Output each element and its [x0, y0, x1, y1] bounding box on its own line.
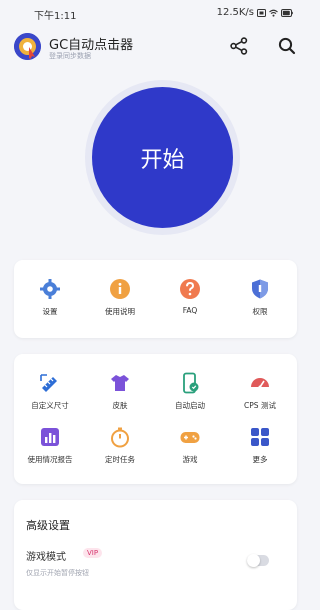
app-logo-icon: [14, 33, 41, 60]
phone-icon: [183, 372, 199, 394]
menu-item-label: 设置: [42, 307, 58, 316]
tool-item-custom-size[interactable]: 自定义尺寸: [15, 372, 85, 411]
tool-item-label: CPS 测试: [244, 401, 276, 410]
shirt-icon: [111, 375, 129, 391]
tool-item-label: 使用情况报告: [27, 455, 73, 464]
menu-item-faq[interactable]: FAQ: [155, 278, 225, 315]
menu-item-label: 使用说明: [105, 307, 135, 316]
app-header: GC自动点击器 登录同步数据: [0, 30, 311, 70]
wifi-icon: [269, 9, 278, 17]
start-button[interactable]: 开始: [92, 87, 233, 228]
network-speed: 12.5K/s: [216, 7, 254, 18]
status-indicators: 12.5K/s: [217, 7, 293, 18]
tool-item-label: 自定义尺寸: [31, 401, 69, 410]
vip-badge: VIP: [83, 548, 103, 558]
tool-item-label: 定时任务: [105, 455, 135, 464]
status-bar: 下午1:11 12.5K/s: [0, 0, 311, 26]
gamepad-icon: [180, 432, 200, 443]
menu-item-instructions[interactable]: 使用说明: [85, 278, 155, 317]
search-icon[interactable]: [277, 36, 297, 56]
tool-item-cps-test[interactable]: CPS 测试: [225, 372, 295, 411]
menu-item-label: FAQ: [182, 306, 198, 315]
gear-icon: [40, 279, 60, 299]
shield-icon: [252, 279, 268, 299]
share-icon[interactable]: [229, 36, 249, 56]
tool-item-auto-start[interactable]: 自动启动: [155, 372, 225, 411]
game-mode-toggle[interactable]: [247, 554, 269, 567]
game-mode-label: 游戏模式: [26, 552, 66, 563]
menu-item-permissions[interactable]: 权限: [225, 278, 295, 317]
grid-icon: [251, 428, 269, 446]
battery-icon: [281, 8, 293, 17]
tool-item-label: 皮肤: [112, 401, 128, 410]
tools-card: 自定义尺寸 皮肤 自动启动 CPS 测试 使用情况报告 定时任务 游戏 更多: [14, 354, 297, 484]
ruler-icon: [40, 374, 57, 392]
sim-icon: [257, 8, 266, 17]
tool-item-usage-report[interactable]: 使用情况报告: [15, 426, 85, 465]
tool-item-game[interactable]: 游戏: [155, 426, 225, 465]
tool-item-label: 更多: [252, 455, 268, 464]
menu-item-settings[interactable]: 设置: [15, 278, 85, 317]
status-time: 下午1:11: [34, 11, 77, 22]
tool-item-timed-task[interactable]: 定时任务: [85, 426, 155, 465]
tool-item-label: 游戏: [182, 455, 198, 464]
tool-item-skin[interactable]: 皮肤: [85, 372, 155, 411]
login-sync-link[interactable]: 登录同步数据: [49, 51, 91, 61]
menu-item-label: 权限: [252, 307, 268, 316]
advanced-settings-card: 高级设置 游戏模式 VIP 仅显示开始暂停按钮: [14, 500, 297, 610]
timer-icon: [111, 427, 129, 448]
quick-menu-card: 设置 使用说明 FAQ 权限: [14, 260, 297, 338]
info-icon: [110, 279, 130, 299]
speedometer-icon: [251, 378, 269, 389]
start-button-ring: 开始: [85, 80, 240, 235]
question-icon: [180, 279, 200, 299]
toggle-knob: [247, 554, 260, 567]
game-mode-description: 仅显示开始暂停按钮: [26, 569, 89, 577]
tool-item-label: 自动启动: [175, 401, 205, 410]
advanced-settings-title: 高级设置: [26, 519, 70, 532]
tool-item-more[interactable]: 更多: [225, 426, 295, 465]
chart-icon: [41, 428, 59, 446]
